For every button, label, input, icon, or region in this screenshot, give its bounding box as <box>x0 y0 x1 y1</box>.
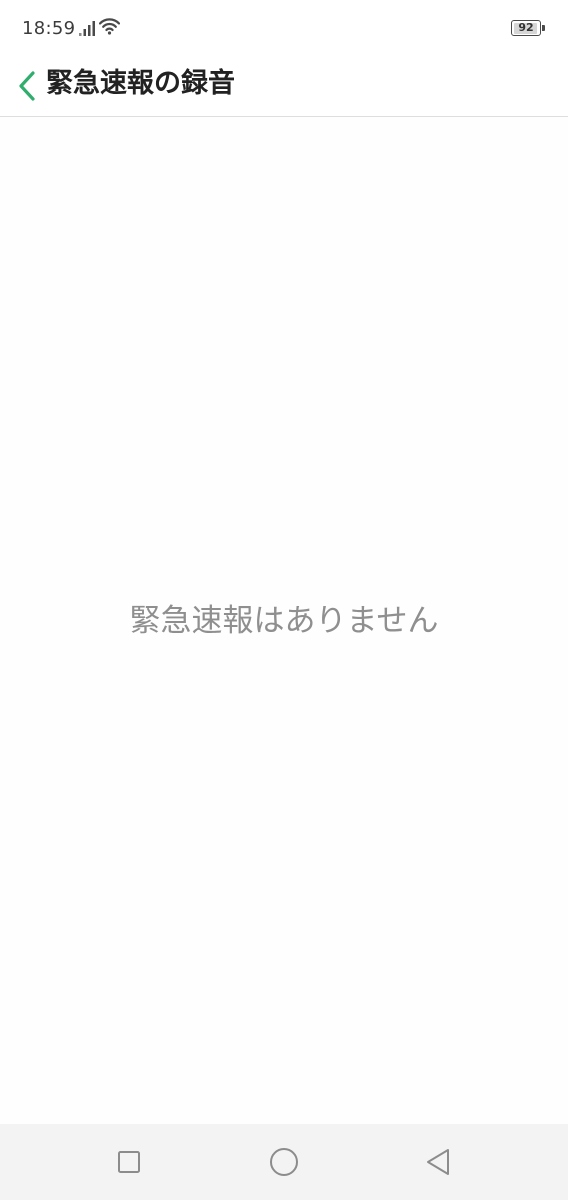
navigation-bar <box>0 1124 568 1200</box>
main-content: 緊急速報はありません <box>0 117 568 1124</box>
wifi-icon <box>99 18 120 35</box>
recents-button[interactable] <box>111 1144 147 1180</box>
signal-icon <box>79 21 95 36</box>
system-back-button[interactable] <box>420 1144 456 1180</box>
chevron-left-icon <box>19 71 35 101</box>
back-button[interactable] <box>10 64 46 108</box>
status-bar: 18:59 92 <box>0 0 568 58</box>
back-triangle-icon <box>427 1149 449 1175</box>
page-title: 緊急速報の録音 <box>46 68 235 99</box>
recents-square-icon <box>118 1151 140 1173</box>
status-time: 18:59 <box>22 18 76 39</box>
battery-level: 92 <box>518 21 534 34</box>
battery-tip <box>542 25 545 31</box>
battery-icon: 92 <box>511 20 541 36</box>
empty-state-message: 緊急速報はありません <box>129 603 439 639</box>
home-circle-icon <box>270 1148 298 1176</box>
home-button[interactable] <box>266 1144 302 1180</box>
app-bar: 緊急速報の録音 <box>0 58 568 117</box>
